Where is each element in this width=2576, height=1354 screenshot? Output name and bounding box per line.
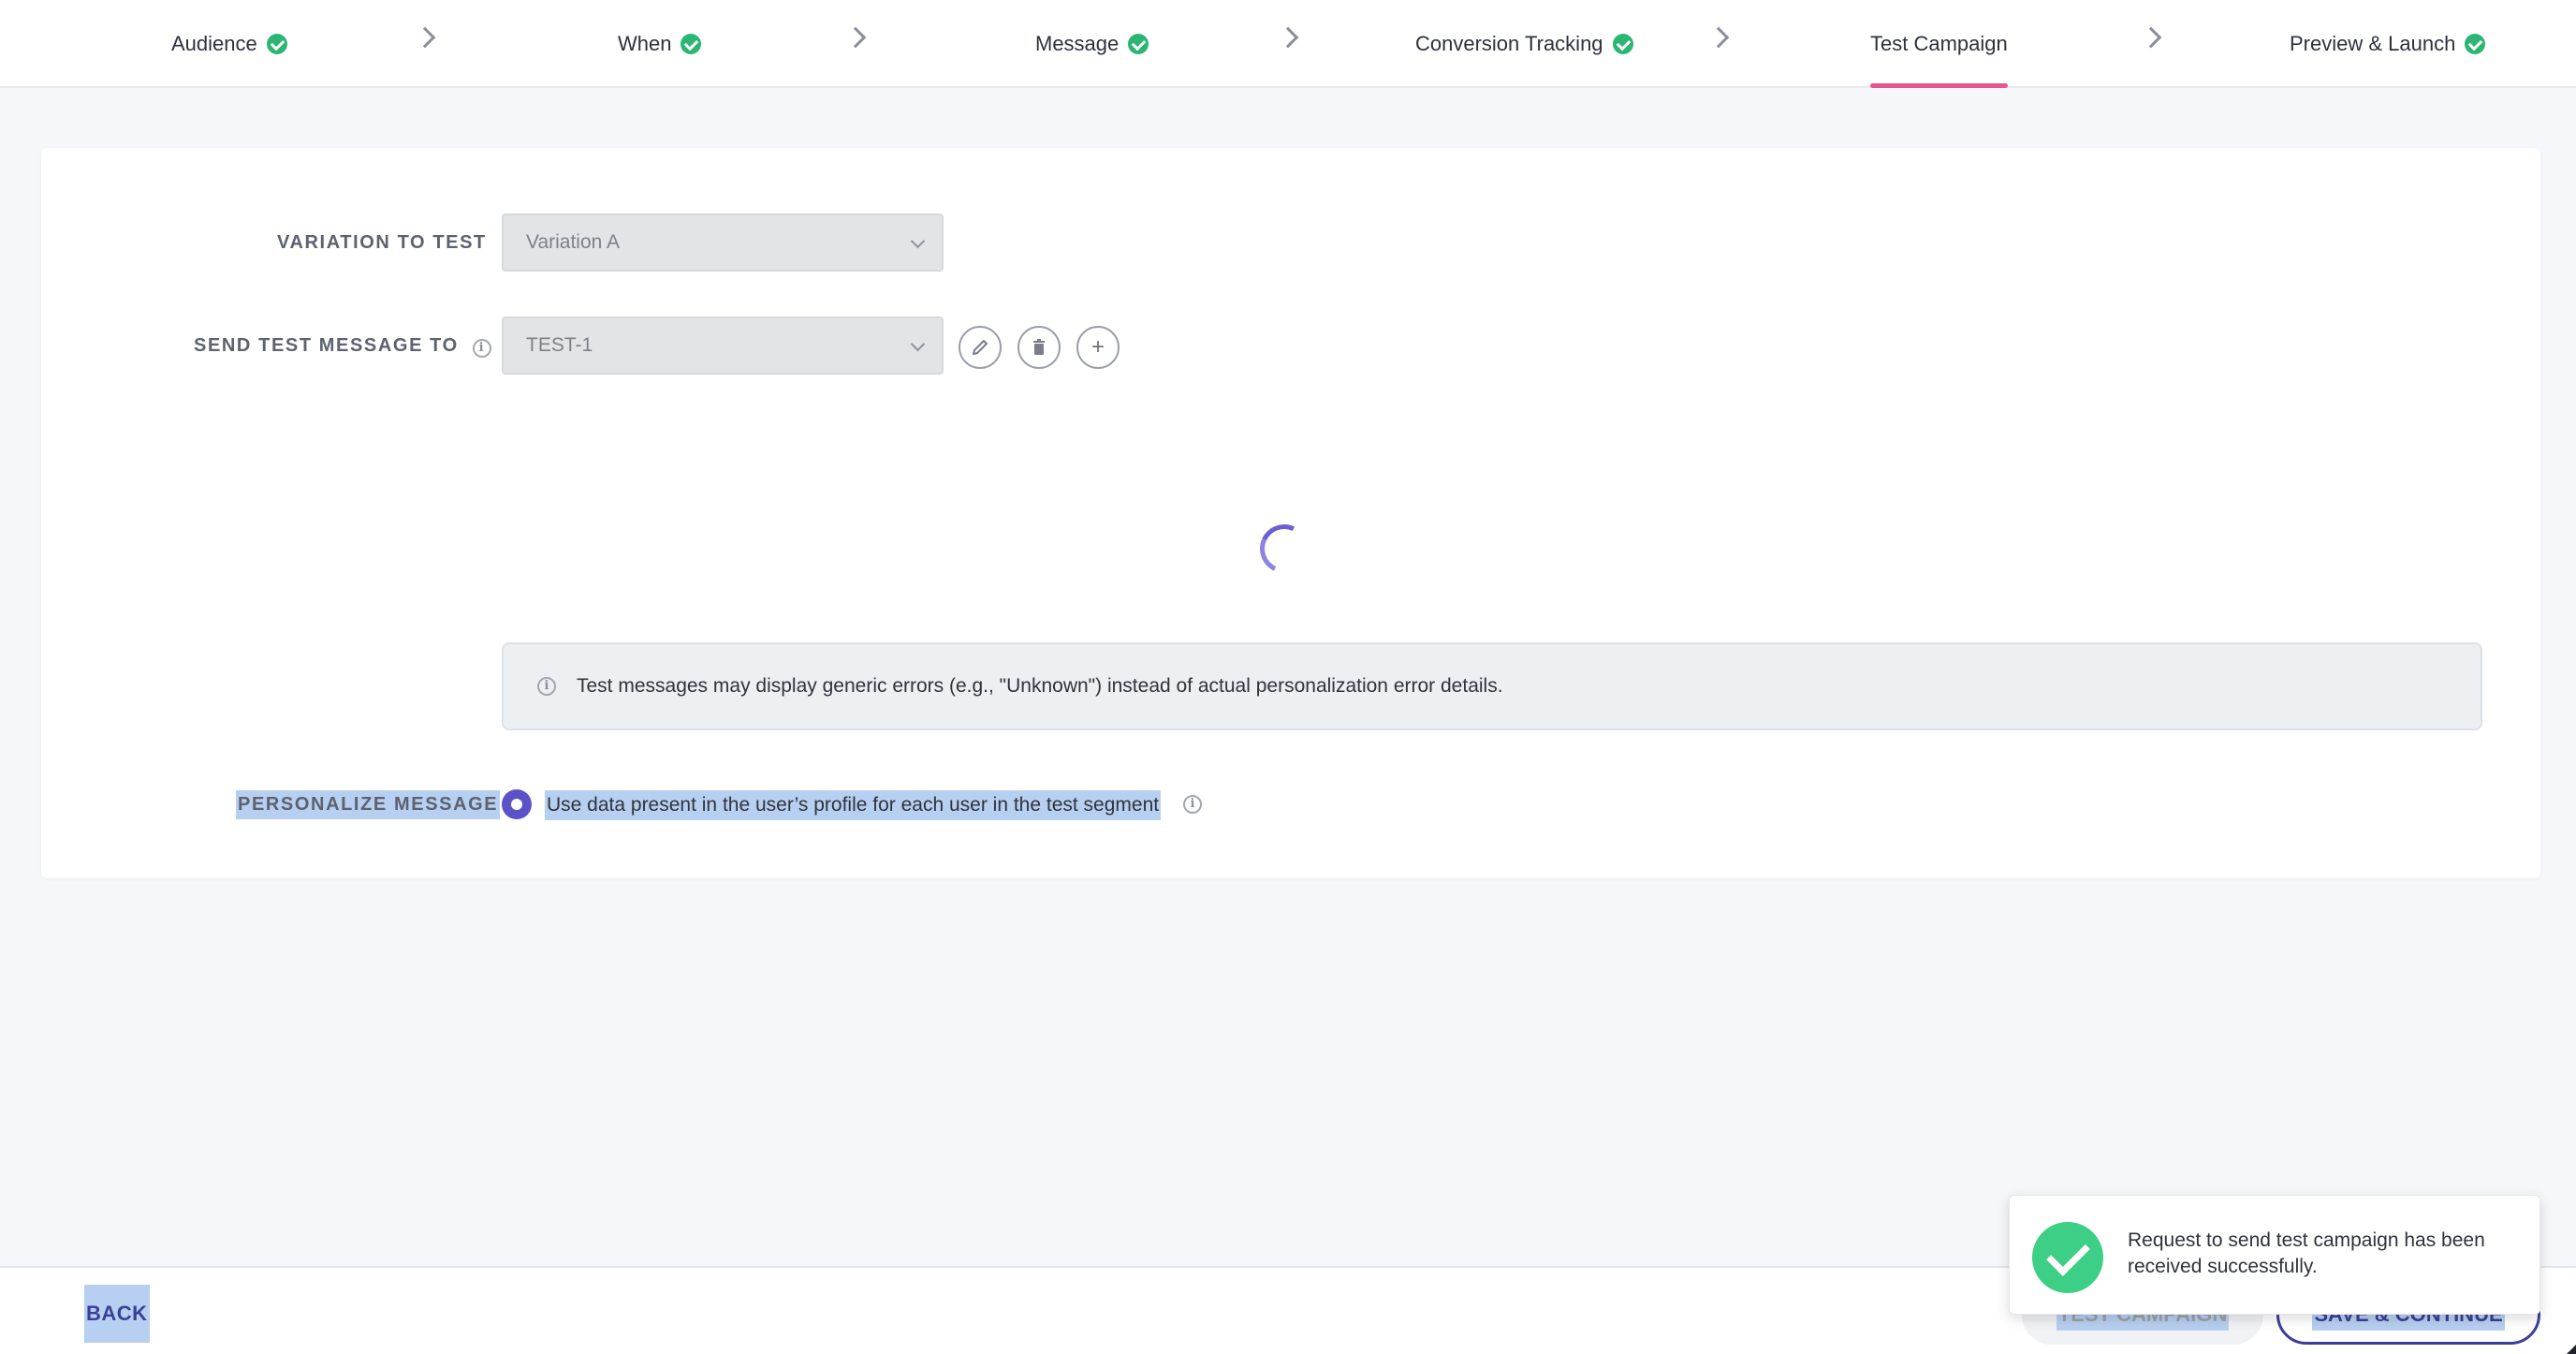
check-circle-icon	[1128, 34, 1149, 54]
step-label: Test Campaign	[1870, 32, 2008, 55]
success-toast[interactable]: Request to send test campaign has been r…	[2009, 1195, 2540, 1315]
step-preview-launch[interactable]: Preview & Launch	[2290, 0, 2486, 88]
step-conversion-tracking[interactable]: Conversion Tracking	[1415, 0, 1633, 88]
chevron-right-icon	[2140, 26, 2162, 49]
campaign-stepper: Audience When Message Conversion Trackin…	[0, 0, 2576, 88]
add-recipients-button[interactable]: +	[1076, 326, 1120, 369]
send-to-label-text: SEND TEST MESSAGE TO	[194, 335, 459, 356]
notice-text: Test messages may display generic errors…	[577, 675, 1503, 697]
loading-spinner	[1252, 517, 1316, 581]
step-label: When	[618, 32, 672, 55]
step-label: Preview & Launch	[2290, 32, 2456, 55]
chevron-down-icon	[910, 336, 926, 352]
trash-icon	[1033, 339, 1045, 355]
test-campaign-card: VARIATION TO TEST Variation A SEND TEST …	[41, 148, 2540, 878]
send-to-label: SEND TEST MESSAGE TO i	[194, 335, 491, 358]
step-message[interactable]: Message	[1035, 0, 1149, 88]
info-icon: i	[537, 677, 556, 696]
check-circle-icon	[681, 34, 702, 54]
step-label: Audience	[171, 32, 257, 55]
toast-message: Request to send test campaign has been r…	[2128, 1229, 2485, 1277]
delete-recipients-button[interactable]	[1017, 326, 1061, 369]
info-icon[interactable]: i	[1183, 795, 1202, 814]
check-circle-icon	[2032, 1222, 2103, 1293]
personalize-label: PERSONALIZE MESSAGE	[236, 790, 501, 819]
active-step-indicator	[1870, 83, 2008, 88]
step-test-campaign[interactable]: Test Campaign	[1870, 0, 2008, 88]
pencil-icon	[973, 340, 988, 355]
personalize-radio[interactable]	[502, 789, 532, 819]
back-button[interactable]: BACK	[84, 1285, 150, 1343]
radio-dot	[511, 799, 522, 810]
send-to-select-value: TEST-1	[526, 334, 593, 356]
info-icon[interactable]: i	[472, 339, 491, 358]
check-circle-icon	[1612, 34, 1633, 54]
personalize-option-text: Use data present in the user’s profile f…	[545, 790, 1162, 820]
step-label: Conversion Tracking	[1415, 32, 1603, 55]
variation-label: VARIATION TO TEST	[277, 232, 487, 253]
variation-select[interactable]: Variation A	[502, 213, 944, 272]
info-notice: i Test messages may display generic erro…	[502, 642, 2482, 730]
step-label: Message	[1035, 32, 1120, 55]
check-circle-icon	[266, 34, 287, 54]
chevron-right-icon	[414, 26, 436, 49]
send-to-select[interactable]: TEST-1	[502, 316, 944, 375]
chevron-right-icon	[1277, 26, 1299, 49]
chevron-right-icon	[1707, 26, 1730, 49]
step-when[interactable]: When	[618, 0, 702, 88]
check-circle-icon	[2465, 34, 2486, 54]
step-audience[interactable]: Audience	[171, 0, 287, 88]
plus-icon: +	[1090, 334, 1105, 360]
chevron-down-icon	[910, 233, 926, 249]
variation-select-value: Variation A	[526, 231, 621, 253]
edit-recipients-button[interactable]	[959, 326, 1002, 369]
chevron-right-icon	[844, 26, 867, 49]
